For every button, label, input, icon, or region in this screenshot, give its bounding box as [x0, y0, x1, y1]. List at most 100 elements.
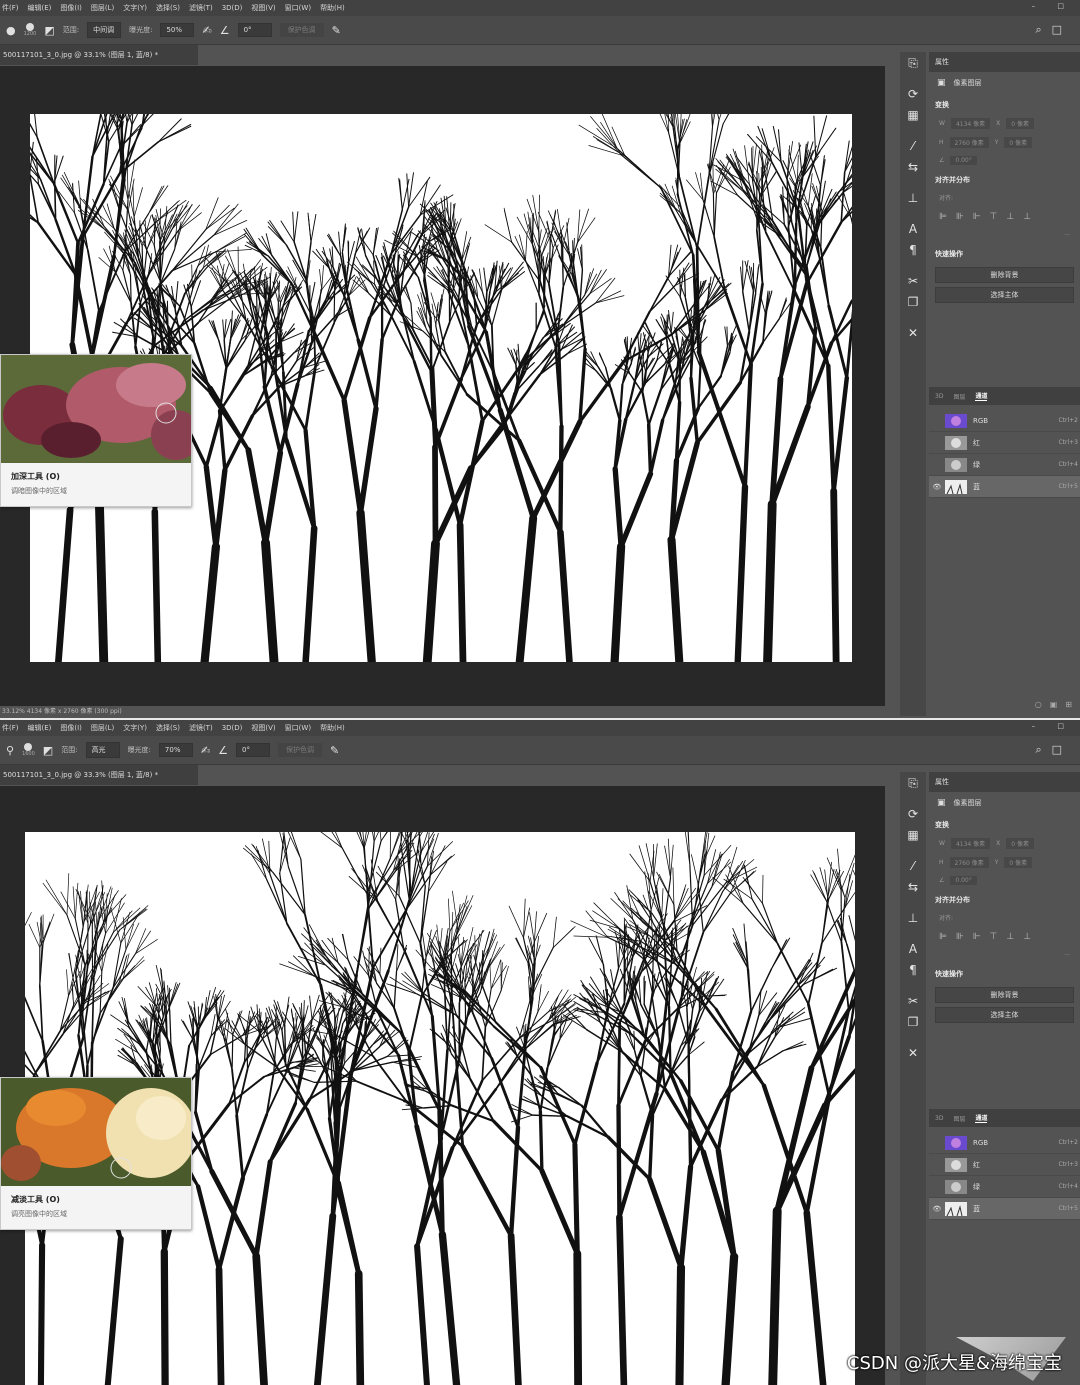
quick-actions-title[interactable]: 快速操作 — [929, 243, 1080, 263]
scissors-icon[interactable]: ✂ — [903, 994, 923, 1009]
tab-channels[interactable]: 通道 — [975, 391, 988, 401]
align-section-title[interactable]: 对齐并分布 — [929, 889, 1080, 909]
y-input[interactable]: 0 像素 — [1004, 857, 1033, 868]
channels-panel-footer-icons[interactable]: ○▣⊞ — [929, 700, 1080, 712]
channel-row-green[interactable]: 绿 Ctrl+4 — [929, 454, 1080, 476]
menu-image[interactable]: 图像(I) — [60, 3, 82, 13]
h-input[interactable]: 2760 像素 — [949, 857, 989, 868]
menu-edit[interactable]: 编辑(E) — [28, 3, 52, 13]
range-select[interactable]: 高光 — [85, 742, 120, 758]
search-and-layout-icons[interactable]: ⌕□ — [1035, 743, 1072, 757]
align-top-icon[interactable]: ⊤ — [990, 932, 998, 942]
dodge-tool-icon[interactable]: ● — [6, 24, 16, 37]
menu-window[interactable]: 窗口(W) — [285, 723, 311, 733]
tab-3d[interactable]: 3D — [935, 1115, 943, 1122]
brush-size-picker[interactable]: 1600 — [22, 743, 35, 757]
document-tab[interactable]: 500117101_3_0.jpg @ 33.3% (图层 1, 蓝/8) * — [0, 765, 198, 785]
align-middle-icon[interactable]: ⊥ — [1006, 932, 1014, 942]
airbrush-icon[interactable]: ✍ — [201, 744, 210, 757]
remove-background-button[interactable]: 删除背景 — [935, 987, 1074, 1003]
paragraph-icon[interactable]: ¶ — [903, 963, 923, 978]
protect-tones-checkbox[interactable]: 保护色调 — [278, 743, 323, 757]
eye-icon[interactable]: 👁 — [929, 483, 945, 491]
menu-3d[interactable]: 3D(D) — [222, 4, 243, 12]
select-subject-button[interactable]: 选择主体 — [935, 1007, 1074, 1023]
type-icon[interactable]: A — [903, 942, 923, 957]
menu-select[interactable]: 选择(S) — [156, 3, 180, 13]
align-middle-icon[interactable]: ⊥ — [1006, 212, 1014, 222]
paragraph-icon[interactable]: ¶ — [903, 243, 923, 258]
x-input[interactable]: 0 像素 — [1006, 838, 1034, 849]
w-input[interactable]: 4134 像素 — [950, 118, 991, 129]
tab-channels[interactable]: 通道 — [975, 1113, 988, 1123]
channel-row-green[interactable]: 绿 Ctrl+4 — [929, 1176, 1080, 1198]
menu-view[interactable]: 视图(V) — [251, 3, 275, 13]
grid-icon[interactable]: ▦ — [903, 108, 923, 123]
angle-input[interactable]: 0° — [237, 23, 272, 37]
angle-input[interactable]: 0° — [236, 743, 271, 757]
brush-size-picker[interactable]: 1200 — [24, 23, 36, 37]
window-controls[interactable]: – □ — [1032, 722, 1074, 730]
properties-tab[interactable]: 属性 — [929, 772, 1080, 792]
transform-section-title[interactable]: 变换 — [929, 94, 1080, 114]
align-bottom-icon[interactable]: ⊥ — [1023, 212, 1031, 222]
menu-type[interactable]: 文字(Y) — [123, 3, 147, 13]
align-left-icon[interactable]: ⊫ — [939, 932, 947, 942]
tab-3d[interactable]: 3D — [935, 393, 943, 400]
menu-help[interactable]: 帮助(H) — [320, 723, 345, 733]
menu-layer[interactable]: 图层(L) — [91, 3, 114, 13]
channel-row-blue[interactable]: 👁 蓝 Ctrl+5 — [929, 476, 1080, 498]
channel-row-rgb[interactable]: RGB Ctrl+2 — [929, 1132, 1080, 1154]
menu-edit[interactable]: 编辑(E) — [28, 723, 52, 733]
menu-file[interactable]: 件(F) — [2, 3, 19, 13]
menu-layer[interactable]: 图层(L) — [91, 723, 114, 733]
w-input[interactable]: 4134 像素 — [950, 838, 991, 849]
align-left-icon[interactable]: ⊫ — [939, 212, 947, 222]
channel-row-red[interactable]: 红 Ctrl+3 — [929, 1154, 1080, 1176]
menu-window[interactable]: 窗口(W) — [285, 3, 311, 13]
menu-3d[interactable]: 3D(D) — [222, 724, 243, 732]
align-right-icon[interactable]: ⊩ — [973, 212, 981, 222]
channel-row-rgb[interactable]: RGB Ctrl+2 — [929, 410, 1080, 432]
angle-input[interactable]: 0.00° — [950, 876, 977, 885]
align-bottom-icon[interactable]: ⊥ — [1023, 932, 1031, 942]
eye-icon[interactable]: 👁 — [929, 1205, 945, 1213]
menu-filter[interactable]: 滤镜(T) — [189, 723, 213, 733]
window-controls[interactable]: – □ — [1032, 2, 1074, 10]
menu-help[interactable]: 帮助(H) — [320, 3, 345, 13]
close-x-icon[interactable]: ✕ — [903, 1046, 923, 1061]
pressure-icon[interactable]: ✎ — [332, 24, 341, 37]
brush-settings-icon[interactable]: ◩ — [44, 24, 54, 37]
adjust-icon[interactable]: ⇆ — [903, 160, 923, 175]
airbrush-icon[interactable]: ✍ — [202, 24, 211, 37]
menu-type[interactable]: 文字(Y) — [123, 723, 147, 733]
copy-icon[interactable]: ❐ — [903, 295, 923, 310]
search-and-layout-icons[interactable]: ⌕□ — [1035, 23, 1072, 37]
type-icon[interactable]: A — [903, 222, 923, 237]
protect-tones-checkbox[interactable]: 保护色调 — [279, 23, 324, 37]
properties-tab[interactable]: 属性 — [929, 52, 1080, 72]
history-icon[interactable]: ⎘ — [903, 56, 923, 71]
angle-input[interactable]: 0.00° — [950, 156, 977, 165]
stamp-icon[interactable]: ⊥ — [903, 911, 923, 926]
tab-layers[interactable]: 图层 — [953, 392, 965, 401]
align-right-icon[interactable]: ⊩ — [973, 932, 981, 942]
transform-section-title[interactable]: 变换 — [929, 814, 1080, 834]
scissors-icon[interactable]: ✂ — [903, 274, 923, 289]
h-input[interactable]: 2760 像素 — [949, 137, 989, 148]
document-tab[interactable]: 500117101_3_0.jpg @ 33.1% (图层 1, 蓝/8) * — [0, 45, 198, 65]
more-options[interactable]: ··· — [929, 948, 1080, 963]
tab-layers[interactable]: 图层 — [953, 1114, 965, 1123]
exposure-input[interactable]: 50% — [160, 23, 195, 37]
x-input[interactable]: 0 像素 — [1006, 118, 1034, 129]
brush-settings-icon[interactable]: ◩ — [43, 744, 53, 757]
adjust-icon[interactable]: ⇆ — [903, 880, 923, 895]
align-center-icon[interactable]: ⊪ — [956, 932, 964, 942]
select-subject-button[interactable]: 选择主体 — [935, 287, 1074, 303]
channel-row-red[interactable]: 红 Ctrl+3 — [929, 432, 1080, 454]
dodge-tool-icon[interactable]: ⚲ — [6, 744, 14, 757]
menu-filter[interactable]: 滤镜(T) — [189, 3, 213, 13]
3d-rotate-icon[interactable]: ⟳ — [903, 87, 923, 102]
3d-rotate-icon[interactable]: ⟳ — [903, 807, 923, 822]
quick-actions-title[interactable]: 快速操作 — [929, 963, 1080, 983]
